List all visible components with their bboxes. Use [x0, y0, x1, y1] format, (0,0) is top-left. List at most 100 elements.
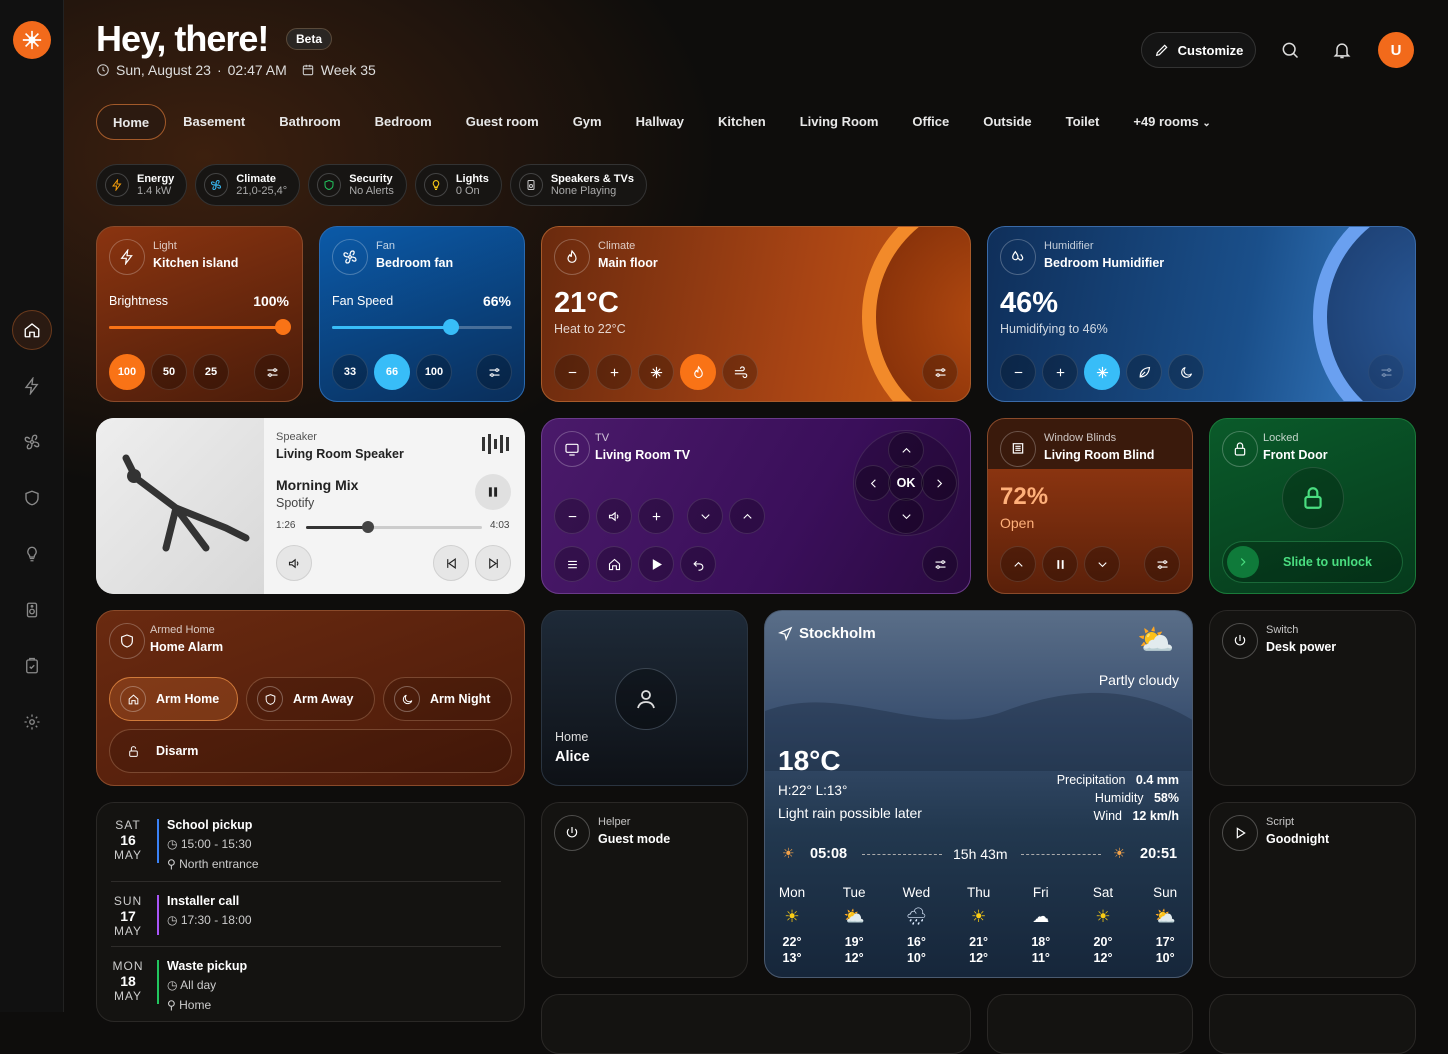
tab-hallway[interactable]: Hallway — [619, 104, 701, 140]
arm-night-button[interactable]: Arm Night — [383, 677, 512, 721]
preset-33-button[interactable]: 33 — [332, 354, 368, 390]
person-card[interactable]: Home Alice — [541, 610, 748, 786]
fan-speed-slider[interactable] — [332, 319, 512, 335]
lock-card[interactable]: Locked Front Door Slide to unlock — [1209, 418, 1416, 594]
helper-card[interactable]: Helper Guest mode — [541, 802, 748, 978]
humidifier-card[interactable]: Humidifier Bedroom Humidifier 46% Humidi… — [987, 226, 1416, 402]
slider-knob[interactable] — [442, 319, 459, 335]
blinds-card[interactable]: Window Blinds Living Room Blind 72% Open — [987, 418, 1193, 594]
sidebar-home[interactable] — [12, 310, 52, 350]
settings-button[interactable] — [1368, 354, 1404, 390]
dpad-left-button[interactable] — [855, 465, 891, 501]
settings-button[interactable] — [254, 354, 290, 390]
tv-card[interactable]: TV Living Room TV OK — [541, 418, 971, 594]
stop-button[interactable] — [1042, 546, 1078, 582]
tab-more-rooms[interactable]: +49 rooms ⌄ — [1116, 104, 1227, 140]
tab-office[interactable]: Office — [895, 104, 966, 140]
chip-energy[interactable]: Energy 1.4 kW — [96, 164, 188, 206]
normal-mode-button[interactable] — [1084, 354, 1120, 390]
slider-knob[interactable] — [275, 319, 291, 335]
play-button[interactable] — [638, 546, 674, 582]
mute-button[interactable] — [596, 498, 632, 534]
volume-down-button[interactable] — [554, 498, 590, 534]
chip-climate[interactable]: Climate 21,0-25,4° — [195, 164, 301, 206]
volume-up-button[interactable] — [638, 498, 674, 534]
climate-card[interactable]: Climate Main floor 21°C Heat to 22°C — [541, 226, 971, 402]
dpad-right-button[interactable] — [921, 465, 957, 501]
progress-knob[interactable] — [361, 521, 374, 533]
sidebar-security[interactable] — [12, 478, 52, 518]
sidebar-settings[interactable] — [12, 702, 52, 742]
tab-kitchen[interactable]: Kitchen — [701, 104, 783, 140]
switch-card[interactable]: Switch Desk power — [1209, 610, 1416, 786]
close-button[interactable] — [1084, 546, 1120, 582]
open-button[interactable] — [1000, 546, 1036, 582]
tab-outside[interactable]: Outside — [966, 104, 1048, 140]
fan-card[interactable]: Fan Bedroom fan Fan Speed 66% 33 66 100 — [319, 226, 525, 402]
channel-up-button[interactable] — [729, 498, 765, 534]
tab-toilet[interactable]: Toilet — [1049, 104, 1117, 140]
back-button[interactable] — [680, 546, 716, 582]
dpad-down-button[interactable] — [888, 498, 924, 534]
slide-handle[interactable] — [1227, 546, 1259, 578]
speaker-card[interactable]: Speaker Living Room Speaker Morning Mix … — [96, 418, 525, 594]
increase-button[interactable] — [1042, 354, 1078, 390]
light-card[interactable]: Light Kitchen island Brightness 100% 100… — [96, 226, 303, 402]
disarm-button[interactable]: Disarm — [109, 729, 512, 773]
next-button[interactable] — [475, 545, 511, 581]
partial-card[interactable] — [1209, 994, 1416, 1054]
alarm-card[interactable]: Armed Home Home Alarm Arm Home Arm Away … — [96, 610, 525, 786]
preset-100-button[interactable]: 100 — [109, 354, 145, 390]
sidebar-climate[interactable] — [12, 422, 52, 462]
sidebar-tasks[interactable] — [12, 646, 52, 686]
settings-button[interactable] — [922, 546, 958, 582]
notifications-button[interactable] — [1332, 40, 1352, 60]
dpad-up-button[interactable] — [888, 432, 924, 468]
partial-card[interactable] — [541, 994, 971, 1054]
increase-button[interactable] — [596, 354, 632, 390]
sidebar-energy[interactable] — [12, 366, 52, 406]
fan-mode-button[interactable] — [722, 354, 758, 390]
slide-to-unlock[interactable]: Slide to unlock — [1222, 541, 1403, 583]
previous-button[interactable] — [433, 545, 469, 581]
settings-button[interactable] — [922, 354, 958, 390]
eco-mode-button[interactable] — [1126, 354, 1162, 390]
settings-button[interactable] — [476, 354, 512, 390]
chip-security[interactable]: Security No Alerts — [308, 164, 407, 206]
menu-button[interactable] — [554, 546, 590, 582]
chip-lights[interactable]: Lights 0 On — [414, 164, 502, 206]
arm-away-button[interactable]: Arm Away — [246, 677, 375, 721]
tab-bathroom[interactable]: Bathroom — [262, 104, 357, 140]
tab-home[interactable]: Home — [96, 104, 167, 140]
preset-50-button[interactable]: 50 — [151, 354, 187, 390]
decrease-button[interactable] — [1000, 354, 1036, 390]
preset-100-button[interactable]: 100 — [416, 354, 452, 390]
sidebar-lights[interactable] — [12, 534, 52, 574]
avatar[interactable]: U — [1378, 32, 1414, 68]
script-card[interactable]: Script Goodnight — [1209, 802, 1416, 978]
settings-button[interactable] — [1144, 546, 1180, 582]
search-button[interactable] — [1280, 40, 1300, 60]
channel-down-button[interactable] — [687, 498, 723, 534]
cool-mode-button[interactable] — [638, 354, 674, 390]
dpad-ok-button[interactable]: OK — [888, 465, 924, 501]
heat-mode-button[interactable] — [680, 354, 716, 390]
decrease-button[interactable] — [554, 354, 590, 390]
customize-button[interactable]: Customize — [1141, 32, 1256, 68]
preset-25-button[interactable]: 25 — [193, 354, 229, 390]
pause-button[interactable] — [475, 474, 511, 510]
tab-living-room[interactable]: Living Room — [783, 104, 896, 140]
sidebar-speakers[interactable] — [12, 590, 52, 630]
tab-basement[interactable]: Basement — [166, 104, 262, 140]
tv-home-button[interactable] — [596, 546, 632, 582]
volume-button[interactable] — [276, 545, 312, 581]
logo[interactable] — [13, 21, 51, 59]
tab-guest-room[interactable]: Guest room — [449, 104, 556, 140]
brightness-slider[interactable] — [109, 319, 291, 335]
progress-slider[interactable] — [306, 521, 482, 533]
chip-speakers[interactable]: Speakers & TVs None Playing — [509, 164, 647, 206]
weather-card[interactable]: Stockholm ⛅ Partly cloudy 18°C H:22° L:1… — [764, 610, 1193, 978]
tab-bedroom[interactable]: Bedroom — [358, 104, 449, 140]
partial-card[interactable] — [987, 994, 1193, 1054]
preset-66-button[interactable]: 66 — [374, 354, 410, 390]
